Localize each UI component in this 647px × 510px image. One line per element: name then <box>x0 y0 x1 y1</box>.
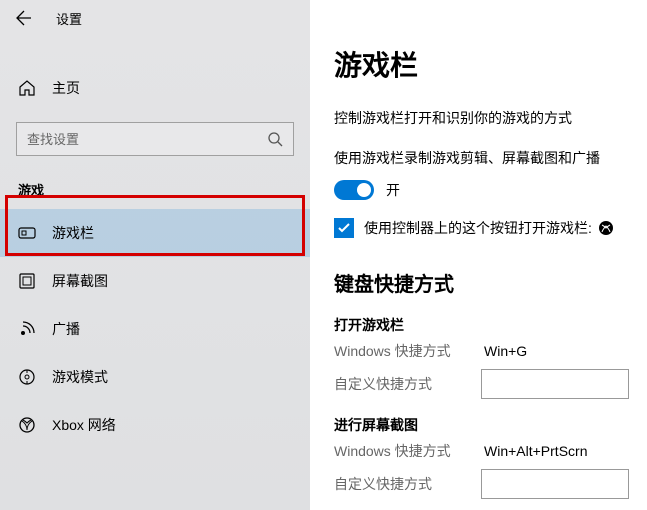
page-title: 游戏栏 <box>334 44 629 84</box>
sidebar-item-gamemode[interactable]: 游戏模式 <box>0 353 310 401</box>
search-icon <box>267 131 283 147</box>
sidebar-home-label: 主页 <box>52 78 80 98</box>
shortcut-group-screenshot: 进行屏幕截图 Windows 快捷方式 Win+Alt+PrtScrn 自定义快… <box>334 415 629 499</box>
back-button[interactable] <box>8 2 40 34</box>
shortcut-custom-input[interactable] <box>481 369 629 399</box>
sidebar-item-label: 屏幕截图 <box>52 271 108 291</box>
shortcut-custom-input[interactable] <box>481 469 629 499</box>
check-icon <box>337 221 351 235</box>
broadcast-icon <box>18 320 36 338</box>
controller-checkbox-label: 使用控制器上的这个按钮打开游戏栏: <box>364 218 614 238</box>
gamebar-toggle[interactable] <box>334 180 374 200</box>
shortcut-row-custom: 自定义快捷方式 <box>334 469 629 499</box>
controller-checkbox-row: 使用控制器上的这个按钮打开游戏栏: <box>334 218 629 238</box>
controller-checkbox[interactable] <box>334 218 354 238</box>
arrow-left-icon <box>16 10 32 26</box>
shortcut-custom-label: 自定义快捷方式 <box>334 474 481 494</box>
sidebar-item-label: 游戏模式 <box>52 367 108 387</box>
shortcut-row-custom: 自定义快捷方式 <box>334 369 629 399</box>
shortcut-windows-value: Win+G <box>484 343 527 359</box>
home-icon <box>18 79 36 97</box>
shortcuts-heading: 键盘快捷方式 <box>334 268 629 297</box>
gamebar-toggle-row: 开 <box>334 180 629 200</box>
sidebar-item-label: 广播 <box>52 319 80 339</box>
screenshot-icon <box>18 272 36 290</box>
xbox-button-icon <box>598 220 614 236</box>
shortcut-windows-label: Windows 快捷方式 <box>334 441 484 461</box>
shortcut-windows-label: Windows 快捷方式 <box>334 341 484 361</box>
shortcut-group-open: 打开游戏栏 Windows 快捷方式 Win+G 自定义快捷方式 <box>334 315 629 399</box>
shortcut-row-windows: Windows 快捷方式 Win+G <box>334 341 629 361</box>
shortcut-windows-value: Win+Alt+PrtScrn <box>484 443 587 459</box>
search-input[interactable] <box>27 132 267 147</box>
sidebar-item-broadcast[interactable]: 广播 <box>0 305 310 353</box>
search-box[interactable] <box>16 122 294 156</box>
xbox-icon <box>18 416 36 434</box>
content-panel: 游戏栏 控制游戏栏打开和识别你的游戏的方式 使用游戏栏录制游戏剪辑、屏幕截图和广… <box>310 0 647 510</box>
checkbox-text: 使用控制器上的这个按钮打开游戏栏: <box>364 218 592 238</box>
gamebar-icon <box>18 224 36 242</box>
sidebar-item-screenshot[interactable]: 屏幕截图 <box>0 257 310 305</box>
sidebar-item-label: 游戏栏 <box>52 223 94 243</box>
sidebar-home[interactable]: 主页 <box>0 66 310 110</box>
shortcut-group-title: 打开游戏栏 <box>334 315 629 335</box>
window-header: 设置 <box>0 0 310 36</box>
shortcut-group-title: 进行屏幕截图 <box>334 415 629 435</box>
shortcut-custom-label: 自定义快捷方式 <box>334 374 481 394</box>
shortcut-row-windows: Windows 快捷方式 Win+Alt+PrtScrn <box>334 441 629 461</box>
window-title: 设置 <box>56 9 82 28</box>
gamemode-icon <box>18 368 36 386</box>
sidebar-item-label: Xbox 网络 <box>52 415 116 435</box>
sidebar-section-title: 游戏 <box>0 174 310 209</box>
toggle-state-label: 开 <box>386 180 400 200</box>
sidebar-item-gamebar[interactable]: 游戏栏 <box>0 209 310 257</box>
page-description: 控制游戏栏打开和识别你的游戏的方式 <box>334 108 629 128</box>
sidebar-item-xbox[interactable]: Xbox 网络 <box>0 401 310 449</box>
record-description: 使用游戏栏录制游戏剪辑、屏幕截图和广播 <box>334 148 629 168</box>
sidebar: 设置 主页 游戏 游戏栏 屏幕截图 广播 游戏模式 <box>0 0 310 510</box>
